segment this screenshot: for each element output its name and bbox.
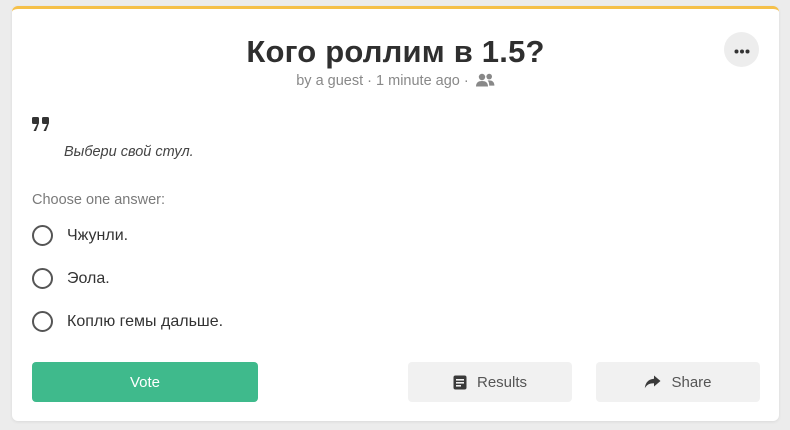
poll-description: Выбери свой стул. (64, 144, 194, 160)
poll-title: Кого роллим в 1.5? (246, 34, 545, 69)
radio-button[interactable] (32, 225, 53, 246)
document-list-icon (453, 375, 467, 390)
results-button[interactable]: Results (408, 362, 572, 402)
poll-meta-text: by a guest · 1 minute ago · (296, 73, 469, 89)
radio-button[interactable] (32, 311, 53, 332)
answer-option-label: Чжунли. (67, 226, 129, 244)
poll-meta: by a guest · 1 minute ago · (12, 73, 779, 91)
share-button-label: Share (671, 373, 712, 391)
answer-option[interactable]: Эола. (32, 268, 110, 289)
answer-option-label: Эола. (67, 269, 110, 287)
answer-prompt: Choose one answer: (32, 192, 165, 208)
results-button-label: Results (476, 373, 528, 391)
answer-option-label: Коплю гемы дальше. (67, 312, 224, 330)
answer-option[interactable]: Коплю гемы дальше. (32, 311, 223, 332)
share-button[interactable]: Share (596, 362, 760, 402)
users-icon (475, 73, 495, 91)
more-options-button[interactable] (724, 32, 759, 67)
quote-icon (31, 116, 51, 137)
vote-button[interactable]: Vote (32, 362, 258, 402)
radio-button[interactable] (32, 268, 53, 289)
answer-option[interactable]: Чжунли. (32, 225, 128, 246)
more-horizontal-icon (734, 41, 750, 59)
poll-card: Кого роллим в 1.5? by a guest · 1 minute… (12, 6, 779, 421)
share-arrow-icon (644, 375, 661, 389)
